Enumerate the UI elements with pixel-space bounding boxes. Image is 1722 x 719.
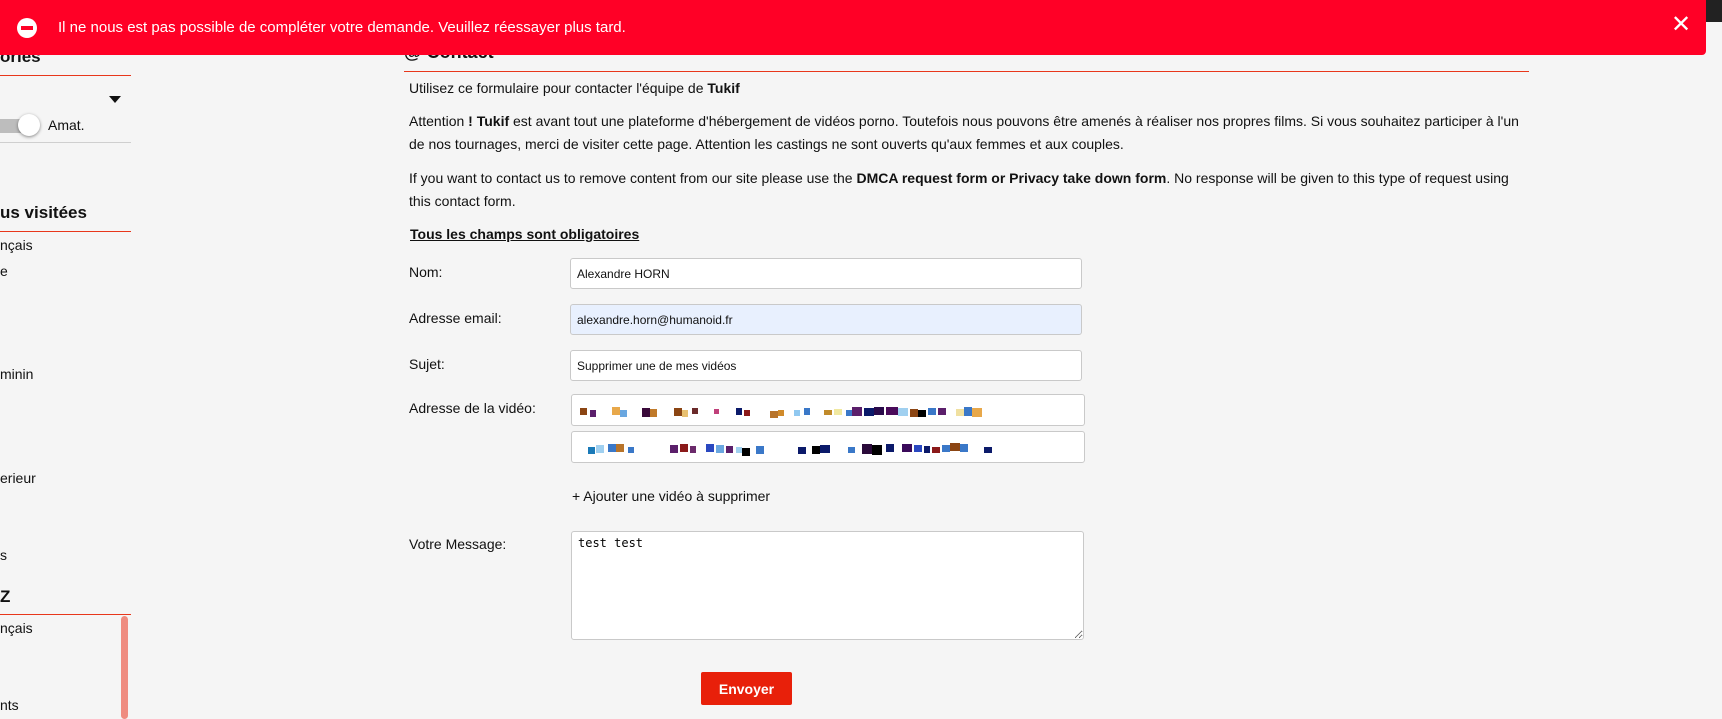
chevron-down-icon[interactable] [109,96,121,103]
contact-page: @ Contact Utilisez ce formulaire pour co… [400,0,1530,719]
title-rule [404,71,1529,72]
email-label: Adresse email: [409,310,502,326]
intro-paragraph: Utilisez ce formulaire pour contacter l'… [409,77,1529,100]
sidebar-heading-az: Z [0,587,11,606]
sidebar: ories Amat. us visitées nçais e minin er… [0,0,132,719]
minus-circle-icon [17,18,37,38]
sidebar-scrollbar[interactable] [121,616,128,719]
sidebar-link[interactable]: s [0,547,7,563]
sidebar-link[interactable]: minin [0,366,33,382]
subject-input[interactable] [570,350,1082,381]
required-fields-note: Tous les champs sont obligatoires [410,226,640,242]
error-banner: Il ne nous est pas possible de compléter… [0,0,1706,55]
video-url-input-1[interactable] [571,394,1085,426]
amateur-toggle-knob[interactable] [18,114,40,136]
message-textarea[interactable]: test test [571,531,1084,640]
name-input[interactable] [570,258,1082,289]
sidebar-link[interactable]: nçais [0,620,33,636]
brand-name: Tukif [476,113,510,129]
submit-button[interactable]: Envoyer [701,672,792,705]
email-input[interactable] [570,304,1082,335]
redacted-pixelation [580,407,982,418]
sidebar-link[interactable]: erieur [0,470,36,486]
brand-name: Tukif [707,80,740,96]
subject-label: Sujet: [409,356,445,372]
dmca-paragraph: If you want to contact us to remove cont… [409,167,1529,213]
error-message: Il ne nous est pas possible de compléter… [58,19,626,36]
sidebar-heading-rule [0,614,131,615]
attention-bang: ! [468,113,477,129]
sidebar-heading-rule [0,231,131,232]
add-video-link[interactable]: + Ajouter une vidéo à supprimer [572,488,770,504]
name-label: Nom: [409,264,443,280]
sidebar-heading-most-visited: us visitées [0,203,87,222]
attention-prefix: Attention [409,113,469,129]
redacted-pixelation [588,443,992,456]
video-url-label: Adresse de la vidéo: [409,400,536,416]
intro-text: Utilisez ce formulaire pour contacter l'… [409,80,708,96]
sidebar-heading-rule [0,75,131,76]
attention-paragraph: Attention ! Tukif est avant tout une pla… [409,110,1529,156]
sidebar-link[interactable]: e [0,263,8,279]
sidebar-divider [0,142,131,143]
message-label: Votre Message: [409,536,507,552]
close-icon[interactable]: ✕ [1671,13,1691,37]
dmca-link[interactable]: DMCA request form or Privacy take down f… [856,170,1166,186]
video-url-input-2[interactable] [571,431,1085,463]
dmca-text: If you want to contact us to remove cont… [409,170,857,186]
amateur-toggle-label: Amat. [48,117,85,133]
sidebar-link[interactable]: nçais [0,237,33,253]
sidebar-link[interactable]: nts [0,697,19,713]
attention-text: est avant tout une plateforme d'hébergem… [409,113,1519,152]
